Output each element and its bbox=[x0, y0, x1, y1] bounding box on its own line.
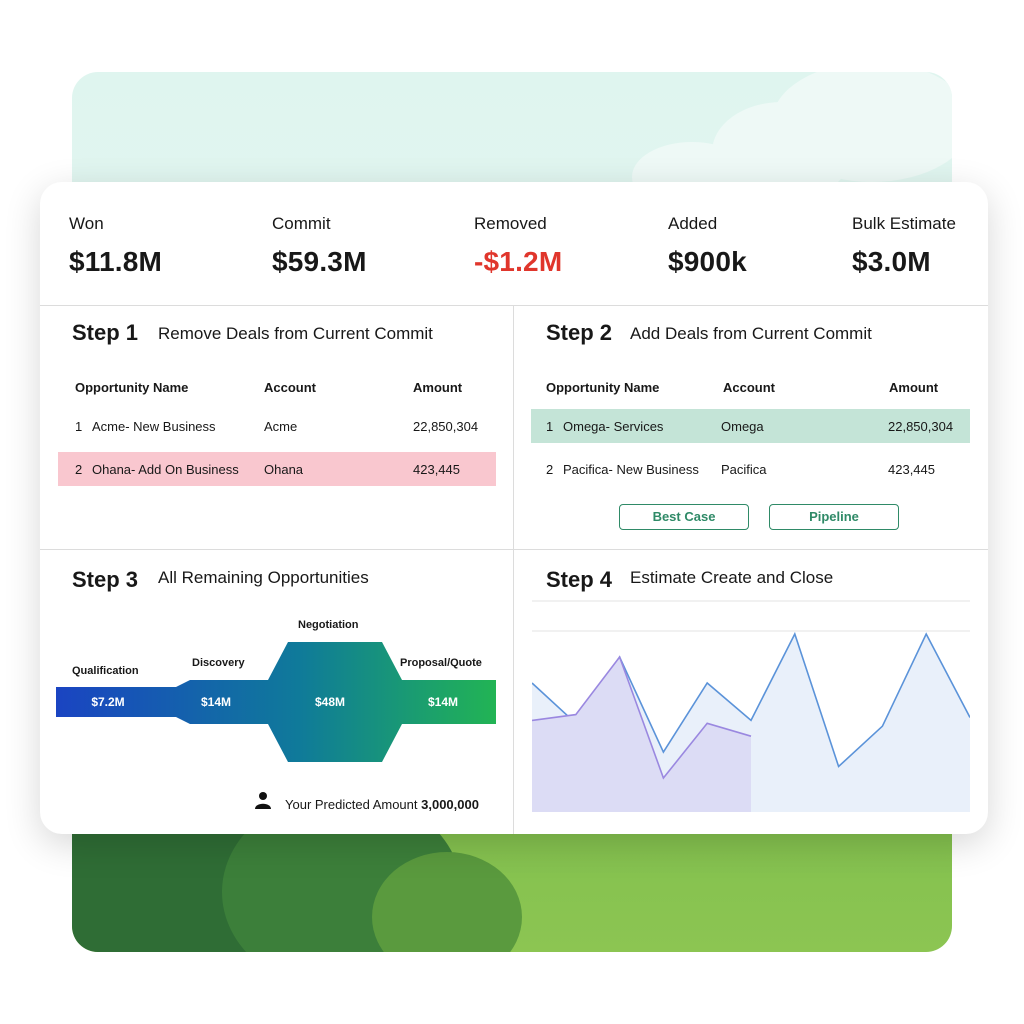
table-row-selected-remove[interactable]: 2 Ohana- Add On Business Ohana 423,445 bbox=[58, 452, 496, 486]
row-number: 1 bbox=[546, 419, 554, 434]
funnel-stage-value: $14M bbox=[200, 695, 232, 709]
column-header-account: Account bbox=[264, 380, 316, 395]
pipeline-button[interactable]: Pipeline bbox=[769, 504, 899, 530]
divider bbox=[40, 305, 988, 306]
column-header-account: Account bbox=[723, 380, 775, 395]
funnel-stage-value: $7.2M bbox=[91, 695, 125, 709]
amount: 22,850,304 bbox=[888, 419, 954, 434]
amount: 22,850,304 bbox=[413, 419, 479, 434]
column-header-opportunity: Opportunity Name bbox=[546, 380, 660, 395]
metric-value: $900k bbox=[668, 246, 747, 277]
predicted-amount: Your Predicted Amount 3,000,000 bbox=[285, 797, 479, 812]
row-number: 2 bbox=[75, 462, 83, 477]
step1-subtitle: Remove Deals from Current Commit bbox=[158, 324, 433, 343]
metric-value: $59.3M bbox=[272, 246, 367, 277]
divider bbox=[513, 305, 514, 834]
account-name: Pacifica bbox=[721, 462, 767, 477]
metric-value: $11.8M bbox=[69, 246, 163, 277]
predicted-value: 3,000,000 bbox=[421, 797, 479, 812]
step2-title: Step 2 bbox=[546, 320, 613, 345]
step3-subtitle: All Remaining Opportunities bbox=[158, 568, 369, 587]
funnel-stage-label: Negotiation bbox=[298, 619, 359, 631]
amount: 423,445 bbox=[888, 462, 935, 477]
account-name: Acme bbox=[264, 419, 298, 434]
column-header-opportunity: Opportunity Name bbox=[75, 380, 189, 395]
column-header-amount: Amount bbox=[889, 380, 939, 395]
divider bbox=[40, 549, 988, 550]
metric-added: Added $900k bbox=[668, 214, 747, 278]
table-row[interactable]: 1 Acme- New Business Acme 22,850,304 bbox=[58, 409, 496, 443]
funnel-stage-value: $48M bbox=[314, 695, 346, 709]
opportunity-name: Acme- New Business bbox=[92, 419, 216, 434]
metric-won: Won $11.8M bbox=[69, 214, 162, 278]
metric-removed: Removed -$1.2M bbox=[474, 214, 562, 278]
row-number: 2 bbox=[546, 462, 554, 477]
metric-label: Commit bbox=[272, 214, 331, 233]
amount: 423,445 bbox=[413, 462, 460, 477]
step1-title: Step 1 bbox=[72, 320, 139, 345]
metric-label: Won bbox=[69, 214, 104, 233]
step2-subtitle: Add Deals from Current Commit bbox=[630, 324, 872, 343]
opportunity-name: Pacifica- New Business bbox=[563, 462, 699, 477]
metric-commit: Commit $59.3M bbox=[272, 214, 367, 278]
row-number: 1 bbox=[75, 419, 83, 434]
series-2-area bbox=[532, 657, 751, 812]
metric-label: Removed bbox=[474, 214, 547, 233]
predicted-label: Your Predicted Amount bbox=[285, 797, 418, 812]
forecast-card: Won $11.8M Commit $59.3M Removed -$1.2M … bbox=[40, 182, 988, 834]
metric-label: Bulk Estimate bbox=[852, 214, 956, 233]
step4-subtitle: Estimate Create and Close bbox=[630, 568, 834, 587]
account-name: Omega bbox=[721, 419, 764, 434]
opportunity-name: Omega- Services bbox=[563, 419, 664, 434]
funnel-stage-value: $14M bbox=[427, 695, 459, 709]
table-row-selected-add[interactable]: 1 Omega- Services Omega 22,850,304 bbox=[531, 409, 970, 443]
column-header-amount: Amount bbox=[413, 380, 463, 395]
step4-title: Step 4 bbox=[546, 567, 613, 592]
metric-bulk-estimate: Bulk Estimate $3.0M bbox=[852, 214, 956, 278]
estimate-area-chart bbox=[532, 600, 970, 812]
account-name: Ohana bbox=[264, 462, 304, 477]
metric-value: $3.0M bbox=[852, 246, 931, 277]
table-row[interactable]: 2 Pacifica- New Business Pacifica 423,44… bbox=[531, 452, 970, 486]
step3-title: Step 3 bbox=[72, 567, 139, 592]
metric-value: -$1.2M bbox=[474, 246, 563, 277]
metric-label: Added bbox=[668, 214, 718, 233]
person-icon bbox=[255, 792, 271, 809]
opportunity-name: Ohana- Add On Business bbox=[92, 462, 239, 477]
best-case-button[interactable]: Best Case bbox=[619, 504, 749, 530]
